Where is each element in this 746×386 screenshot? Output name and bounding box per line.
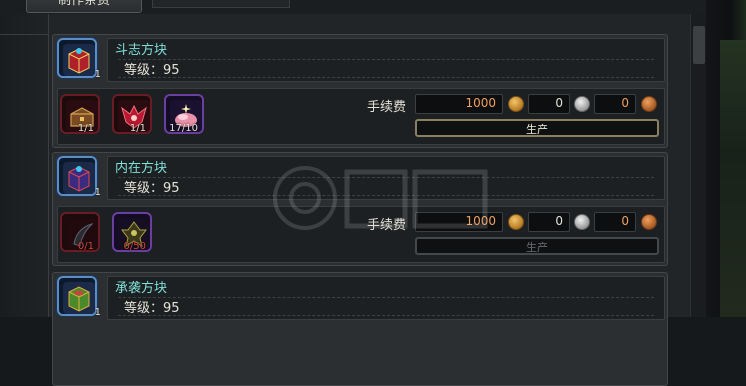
gold-fee-box: 1000	[415, 94, 503, 114]
top-search-box[interactable]	[152, 0, 290, 8]
cube-icon[interactable]: 1	[57, 276, 101, 318]
silver-coin-icon	[574, 214, 590, 230]
gold-fee-value: 1000	[465, 214, 496, 228]
recipe-name: 承袭方块	[115, 281, 168, 296]
gold-coin-icon	[508, 96, 524, 112]
silver-fee-value: 0	[555, 96, 563, 110]
tab-crafting[interactable]: 制作条费	[26, 0, 142, 13]
chest-icon[interactable]: 1/1	[60, 94, 100, 134]
pink-crystal-icon[interactable]: 17/10	[164, 94, 204, 134]
material-count: 1/1	[129, 123, 146, 134]
recipe-header	[107, 156, 665, 200]
bronze-fee-value: 0	[621, 214, 629, 228]
recipe-name: 斗志方块	[115, 43, 168, 58]
category-pane	[0, 14, 49, 317]
cube-icon[interactable]: 1	[57, 38, 101, 80]
material-count: 0/1	[77, 241, 94, 252]
fee-label: 手续费	[367, 218, 407, 233]
bronze-fee-box: 0	[594, 94, 636, 114]
material-count: 0/50	[123, 241, 146, 252]
scrollbar[interactable]	[690, 14, 707, 317]
recipe-name: 内在方块	[115, 161, 168, 176]
material-row: 0/1 0/50 手续费 1000 0 0 生产	[57, 206, 665, 263]
bronze-coin-icon	[641, 96, 657, 112]
material-count: 17/10	[169, 123, 198, 134]
recipe-header	[107, 38, 665, 82]
produce-button[interactable]: 生产	[415, 119, 659, 137]
dark-crest-icon[interactable]: 0/50	[112, 212, 152, 252]
bronze-coin-icon	[641, 214, 657, 230]
recipe-card: 1 承袭方块 等级：95	[52, 272, 668, 386]
product-count: 1	[94, 187, 101, 198]
recipe-card: 1 内在方块 等级：95 0/1 0/50 手续费 1000 0 0 生产	[52, 152, 668, 266]
dragon-armor-icon[interactable]: 1/1	[112, 94, 152, 134]
silver-fee-box: 0	[528, 212, 570, 232]
material-row: 1/1 1/1 17/10 手续费 1000 0 0 生产	[57, 88, 665, 145]
cube-icon[interactable]: 1	[57, 156, 101, 198]
recipe-header	[107, 276, 665, 320]
gold-fee-box: 1000	[415, 212, 503, 232]
gold-fee-value: 1000	[465, 96, 496, 110]
material-count: 1/1	[77, 123, 94, 134]
recipe-level: 等级：95	[124, 181, 180, 196]
product-count: 1	[94, 307, 101, 318]
silver-fee-value: 0	[555, 214, 563, 228]
tab-label: 制作条费	[57, 0, 110, 8]
bronze-fee-box: 0	[594, 212, 636, 232]
fee-label: 手续费	[367, 100, 407, 115]
gold-coin-icon	[508, 214, 524, 230]
recipe-level: 等级：95	[124, 301, 180, 316]
product-count: 1	[94, 69, 101, 80]
window-edge	[706, 0, 746, 317]
recipe-card: 1 斗志方块 等级：95 1/1 1/1 17/10 手续费 1000 0 0 …	[52, 34, 668, 148]
recipe-level: 等级：95	[124, 63, 180, 78]
silver-fee-box: 0	[528, 94, 570, 114]
silver-coin-icon	[574, 96, 590, 112]
bronze-fee-value: 0	[621, 96, 629, 110]
dark-claw-icon[interactable]: 0/1	[60, 212, 100, 252]
scrollbar-thumb[interactable]	[693, 26, 705, 64]
produce-button[interactable]: 生产	[415, 237, 659, 255]
